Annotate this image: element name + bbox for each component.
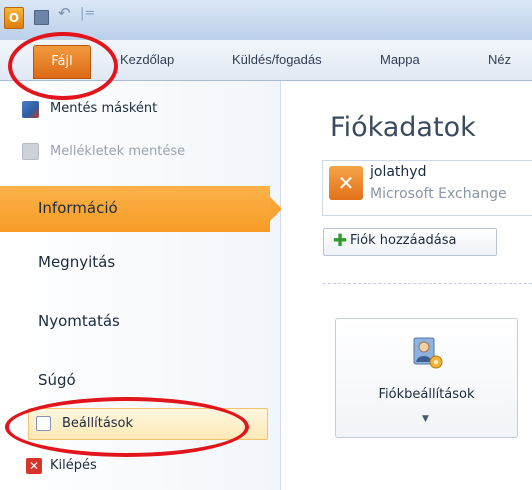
save-attachments-icon xyxy=(22,143,39,160)
exit-command[interactable]: Kilépés xyxy=(50,458,97,473)
nav-open[interactable]: Megnyitás xyxy=(38,253,115,271)
page-title: Fiókadatok xyxy=(330,112,476,143)
save-attachments-command: Mellékletek mentése xyxy=(50,144,186,159)
tab-home[interactable]: Kezdőlap xyxy=(120,52,174,67)
chevron-down-icon: ▼ xyxy=(422,414,429,424)
account-name: jolathyd xyxy=(370,164,427,180)
account-type: Microsoft Exchange xyxy=(370,186,507,202)
account-settings-icon xyxy=(413,337,443,369)
nav-info[interactable]: Információ xyxy=(0,186,282,232)
exchange-icon: ✕ xyxy=(329,166,363,200)
account-settings-label: Fiókbeállítások xyxy=(378,387,475,402)
annotation-circle-file xyxy=(8,32,118,100)
add-account-label: Fiók hozzáadása xyxy=(350,233,457,248)
save-as-command[interactable]: Mentés másként xyxy=(50,101,157,116)
annotation-circle-options xyxy=(5,397,249,457)
nav-info-label: Információ xyxy=(38,199,118,217)
nav-help[interactable]: Súgó xyxy=(38,371,76,389)
exit-icon: ✕ xyxy=(26,458,42,474)
customize-quick-access-icon[interactable]: |= xyxy=(80,6,95,21)
divider xyxy=(323,283,532,284)
outlook-app-icon[interactable]: O xyxy=(4,7,24,29)
plus-icon: ✚ xyxy=(332,231,348,251)
tab-view[interactable]: Néz xyxy=(488,52,511,67)
save-icon[interactable] xyxy=(34,10,49,25)
tab-send-receive[interactable]: Küldés/fogadás xyxy=(232,52,322,67)
tab-folder[interactable]: Mappa xyxy=(380,52,420,67)
nav-print[interactable]: Nyomtatás xyxy=(38,312,120,330)
save-as-icon xyxy=(22,101,39,118)
undo-icon[interactable]: ↶ xyxy=(58,4,71,22)
